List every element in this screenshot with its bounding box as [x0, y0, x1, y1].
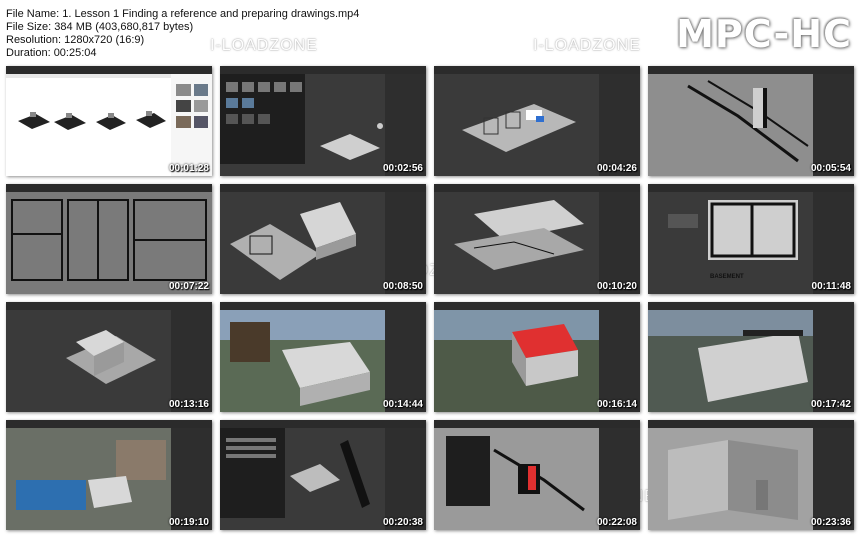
timestamp: 00:08:50 — [382, 281, 423, 292]
drawing-caption: BASEMENT — [710, 274, 744, 280]
video-thumbnail[interactable]: 00:10:20 — [434, 184, 640, 294]
video-thumbnail[interactable]: 00:08:50 — [220, 184, 426, 294]
timestamp: 00:19:10 — [168, 517, 209, 528]
timestamp: 00:20:38 — [382, 517, 423, 528]
video-thumbnail[interactable]: 00:07:22 — [6, 184, 212, 294]
video-thumbnail[interactable]: 00:14:44 — [220, 302, 426, 412]
video-thumbnail[interactable]: 00:01:28 — [6, 66, 212, 176]
resolution: Resolution: 1280x720 (16:9) — [6, 34, 145, 46]
timestamp: 00:17:42 — [810, 399, 851, 410]
video-thumbnail[interactable]: 00:13:16 — [6, 302, 212, 412]
watermark: I-LOADZONE — [533, 37, 641, 54]
timestamp: 00:01:28 — [168, 163, 209, 174]
timestamp: 00:23:36 — [810, 517, 851, 528]
timestamp: 00:10:20 — [596, 281, 637, 292]
file-info: File Name: 1. Lesson 1 Finding a referen… — [6, 8, 359, 60]
video-thumbnail[interactable]: 00:16:14 — [434, 302, 640, 412]
video-thumbnail[interactable]: 00:22:08 — [434, 420, 640, 530]
video-thumbnail[interactable]: 00:20:38 — [220, 420, 426, 530]
timestamp: 00:05:54 — [810, 163, 851, 174]
video-thumbnail[interactable]: 00:17:42 — [648, 302, 854, 412]
video-thumbnail[interactable]: 00:23:36 — [648, 420, 854, 530]
file-name: File Name: 1. Lesson 1 Finding a referen… — [6, 8, 360, 20]
video-thumbnail[interactable]: 00:04:26 — [434, 66, 640, 176]
timestamp: 00:11:48 — [811, 281, 851, 292]
timestamp: 00:14:44 — [382, 399, 423, 410]
duration: Duration: 00:25:04 — [6, 47, 97, 59]
video-thumbnail[interactable]: 00:19:10 — [6, 420, 212, 530]
timestamp: 00:22:08 — [596, 517, 637, 528]
timestamp: 00:16:14 — [596, 399, 637, 410]
file-size: File Size: 384 MB (403,680,817 bytes) — [6, 21, 194, 33]
timestamp: 00:13:16 — [168, 399, 209, 410]
app-logo: MPC-HC — [676, 12, 852, 56]
timestamp: 00:07:22 — [168, 281, 209, 292]
video-thumbnail[interactable]: 00:02:56 — [220, 66, 426, 176]
video-thumbnail[interactable]: 00:05:54 — [648, 66, 854, 176]
video-thumbnail[interactable]: BASEMENT 00:11:48 — [648, 184, 854, 294]
timestamp: 00:04:26 — [596, 163, 637, 174]
timestamp: 00:02:56 — [382, 163, 423, 174]
